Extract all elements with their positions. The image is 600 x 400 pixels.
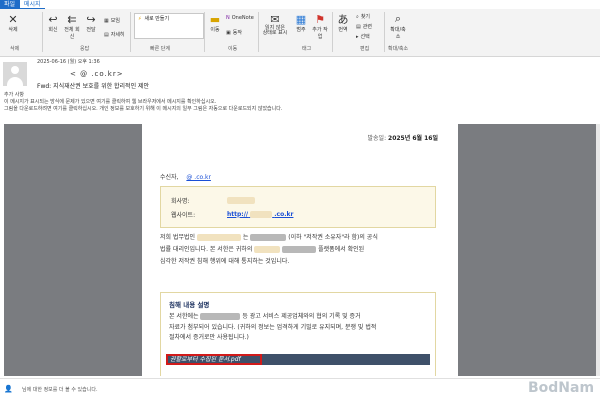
select-button[interactable]: ▸ 선택	[356, 33, 370, 41]
related-icon: ▤	[356, 23, 361, 30]
folder-icon: ▬	[209, 12, 221, 26]
quick-steps-gallery[interactable]: ⚡ 새로 만들기	[134, 13, 204, 39]
avatar-head	[11, 66, 19, 74]
zoom-icon: ⌕	[394, 12, 402, 25]
group-label-quick: 빠른 단계	[150, 46, 170, 52]
redacted-provider	[200, 313, 241, 320]
find-button[interactable]: ⌕ 찾기	[356, 13, 370, 21]
search-icon: ⌕	[356, 13, 359, 20]
info-bar-line-pictures[interactable]: 그림을 다운로드하려면 여기를 클릭하십시오. 개인 정보를 보호하기 위해 이…	[0, 106, 600, 113]
calendar-icon: ▦	[104, 17, 109, 24]
watermark-logo: BodNam	[528, 380, 595, 396]
group-label-tags: 태그	[302, 46, 312, 52]
lightning-icon: ⚡	[138, 15, 142, 22]
company-label: 회사명:	[171, 197, 190, 205]
info-bar-line-browser[interactable]: 이 메시지가 표시되는 방식에 문제가 있으면 여기를 클릭하여 웹 브라우저에…	[0, 99, 600, 106]
reply-icon: ↩	[48, 12, 58, 26]
avatar-body	[7, 77, 23, 86]
group-label-zoom: 확대/축소	[388, 46, 409, 52]
translate-button[interactable]: あ 번역	[336, 12, 350, 33]
onenote-button[interactable]: N OneNote	[226, 15, 254, 21]
send-date: 발송일: 2025년 6월 16일	[367, 135, 438, 142]
category-icon: ▦	[295, 12, 307, 26]
side-margin-left	[4, 124, 142, 376]
reply-all-icon: ⇇	[67, 12, 77, 26]
people-pane-text: 님에 대한 정보를 더 볼 수 있습니다.	[22, 387, 98, 393]
body-paragraph: 저희 법무법인 는 (이하 "저작권 소유자"라 함)의 공식 법률 대리인입니…	[160, 234, 378, 265]
sender-address[interactable]: < @ .co.kr>	[70, 70, 124, 78]
company-info-box: 회사명: 웹사이트: http:// .co.kr	[160, 186, 436, 228]
attachment-link[interactable]: 권할로부터 수집된 문서.pdf	[166, 354, 262, 365]
related-button[interactable]: ▤ 관련	[356, 23, 372, 31]
categorize-button[interactable]: ▦ 범주	[294, 12, 308, 34]
attachment-bar[interactable]: 권할로부터 수집된 문서.pdf	[166, 354, 430, 365]
ribbon-tab-bar: 파일 메시지	[0, 0, 600, 9]
translate-icon: あ	[337, 13, 349, 26]
more-icon: ▤	[104, 31, 109, 38]
info-bar-title: 추가 사항	[4, 92, 24, 98]
reply-button[interactable]: ↩ 회신	[46, 12, 60, 34]
vertical-scrollbar[interactable]	[596, 124, 600, 376]
people-pane-bar: 👤 님에 대한 정보를 더 볼 수 있습니다.	[0, 378, 600, 400]
flag-icon: ⚑	[315, 12, 325, 26]
quick-step-new[interactable]: ⚡ 새로 만들기	[135, 14, 203, 23]
ribbon-separator	[130, 12, 131, 52]
forward-button[interactable]: ↪ 전달	[84, 12, 98, 34]
ribbon-separator	[332, 12, 333, 52]
people-icon: 👤	[4, 385, 13, 393]
meeting-button[interactable]: ▦ 모임	[104, 17, 120, 25]
reply-all-button[interactable]: ⇇ 전체 회신	[64, 12, 80, 41]
info-bar: 추가 사항 이 메시지가 표시되는 방식에 문제가 있으면 여기를 클릭하여 웹…	[0, 92, 600, 113]
ribbon-separator	[204, 12, 205, 52]
onenote-icon: N	[226, 15, 230, 21]
followup-button[interactable]: ⚑ 추가 작업	[312, 12, 328, 41]
mark-unread-button[interactable]: ✉ 읽지 않은 상태로 표시	[262, 12, 288, 36]
envelope-icon: ✉	[270, 12, 280, 26]
group-label-move: 이동	[228, 46, 238, 52]
zoom-button[interactable]: ⌕ 확대/축소	[388, 12, 408, 40]
tab-message[interactable]: 메시지	[20, 0, 45, 9]
website-link[interactable]: http:// .co.kr	[227, 210, 293, 218]
delete-icon: ✕	[8, 12, 18, 26]
group-label-respond: 응답	[80, 46, 90, 52]
tab-file[interactable]: 파일	[0, 0, 20, 9]
redacted-domain	[250, 210, 273, 218]
group-label-delete: 삭제	[10, 46, 20, 52]
move-button[interactable]: ▬ 이동	[208, 12, 222, 34]
redacted-platform	[282, 246, 317, 253]
more-respond-button[interactable]: ▤ 자세히	[104, 31, 125, 39]
ribbon-separator	[42, 12, 43, 52]
message-date: 2025-06-16 (월) 오후 1:36	[37, 59, 100, 65]
actions-icon: ▣	[226, 29, 231, 36]
delete-button[interactable]: ✕ 삭제	[6, 12, 20, 34]
actions-button[interactable]: ▣ 동작	[226, 29, 242, 37]
redacted-company	[227, 196, 255, 204]
redacted-owner	[250, 234, 287, 241]
website-label: 웹사이트:	[171, 211, 196, 219]
redacted-firm	[196, 234, 241, 241]
redacted-name	[254, 246, 281, 253]
detail-title: 침해 내용 설명	[169, 301, 210, 309]
message-subject: Fwd: 지식재산권 보호를 위한 합리적인 제안	[37, 83, 150, 90]
forward-icon: ↪	[86, 12, 96, 26]
email-document: 발송일: 2025년 6월 16일 수신자, @ .co.kr 회사명: 웹사이…	[142, 124, 458, 376]
ribbon-separator	[384, 12, 385, 52]
ribbon-separator	[258, 12, 259, 52]
ribbon: ✕ 삭제 삭제 ↩ 회신 ⇇ 전체 회신 ↪ 전달 ▦ 모임 ▤ 자세히 응답 ⚡ …	[0, 9, 600, 57]
group-label-edit: 편집	[360, 46, 370, 52]
recipient-email-link[interactable]: @ .co.kr	[186, 174, 211, 181]
side-margin-right	[458, 124, 596, 376]
select-icon: ▸	[356, 33, 359, 40]
avatar	[3, 62, 27, 86]
recipient-line: 수신자, @ .co.kr	[160, 174, 211, 181]
